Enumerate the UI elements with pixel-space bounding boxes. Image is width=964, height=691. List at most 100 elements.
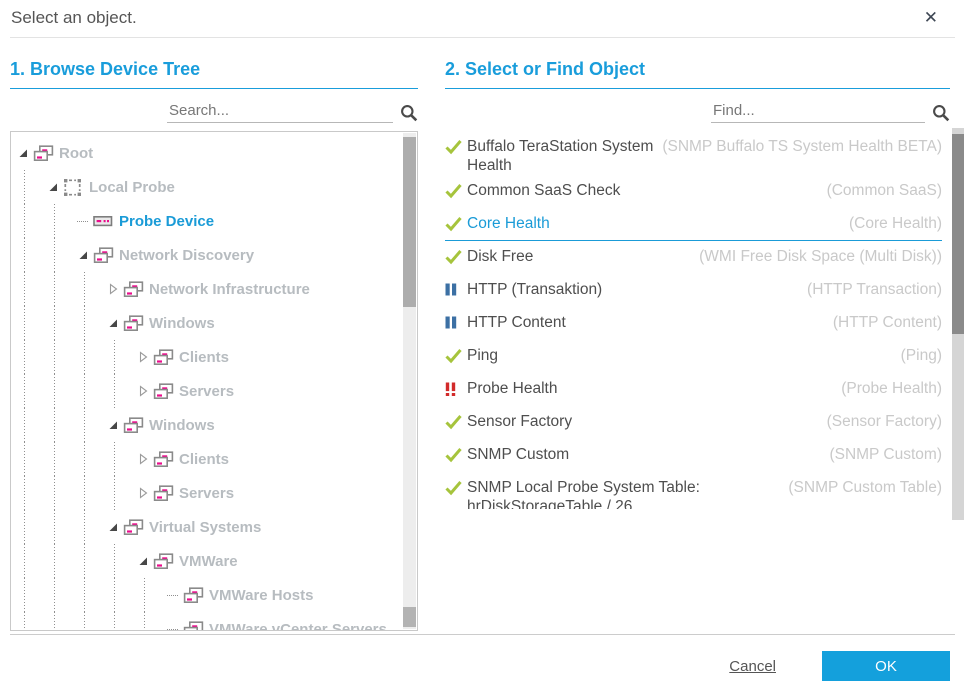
tree-item-label: VMWare	[179, 553, 238, 570]
object-list-scrollbar[interactable]	[952, 128, 964, 520]
select-object-header: 2. Select or Find Object	[445, 55, 950, 89]
tree-guide-line	[137, 578, 167, 612]
object-item-disk-free[interactable]: Disk Free(WMI Free Disk Space (Multi Dis…	[445, 241, 942, 274]
tree-guide-line	[77, 272, 107, 306]
find-row	[445, 97, 950, 123]
tree-scrollbar-corner	[403, 607, 416, 627]
tree-expanded-arrow-icon[interactable]	[17, 147, 33, 159]
tree-guide-line	[17, 170, 47, 204]
tree-item-clients[interactable]: Clients	[17, 340, 417, 374]
tree-item-network-infrastructure[interactable]: Network Infrastructure	[17, 272, 417, 306]
object-item-http-content[interactable]: HTTP Content(HTTP Content)	[445, 307, 942, 340]
object-list-scrollbar-thumb[interactable]	[952, 134, 964, 334]
object-item-type-hint: (WMI Free Disk Space (Multi Disk))	[699, 247, 942, 266]
search-row	[10, 97, 418, 123]
object-item-type-hint: (HTTP Transaction)	[807, 280, 942, 299]
object-item-name: Core Health	[467, 214, 849, 233]
tree-expanded-arrow-icon[interactable]	[77, 249, 93, 261]
cancel-button[interactable]: Cancel	[729, 658, 776, 675]
check-status-icon	[445, 214, 467, 232]
tree-guide-line	[47, 238, 77, 272]
object-item-type-hint: (Common SaaS)	[827, 181, 942, 200]
tree-item-local-probe[interactable]: Local Probe	[17, 170, 417, 204]
tree-item-label: Clients	[179, 451, 229, 468]
tree-item-windows[interactable]: Windows	[17, 408, 417, 442]
object-item-ping[interactable]: Ping(Ping)	[445, 340, 942, 373]
tree-guide-line	[77, 340, 107, 374]
check-status-icon	[445, 478, 467, 496]
tree-item-root[interactable]: Root	[17, 136, 417, 170]
object-item-core-health[interactable]: Core Health(Core Health)	[445, 208, 942, 241]
tree-connector	[77, 220, 93, 222]
tree-guide-line	[77, 374, 107, 408]
tree-guide-line	[17, 238, 47, 272]
tree-item-virtual-systems[interactable]: Virtual Systems	[17, 510, 417, 544]
tree-scrollbar-thumb[interactable]	[403, 137, 416, 307]
find-input[interactable]	[711, 100, 925, 123]
tree-item-label: Network Infrastructure	[149, 281, 310, 298]
check-status-icon	[445, 445, 467, 463]
tree-item-vmware-vcenter-servers[interactable]: VMWare vCenter Servers	[17, 612, 417, 631]
tree-item-label: VMWare Hosts	[209, 587, 313, 604]
title-divider	[10, 37, 955, 38]
tree-item-servers[interactable]: Servers	[17, 476, 417, 510]
object-item-snmp-local-probe-system-table-hrdiskstor[interactable]: SNMP Local Probe System Table: hrDiskSto…	[445, 472, 942, 509]
tree-collapsed-arrow-icon[interactable]	[137, 350, 153, 364]
footer-divider	[10, 634, 955, 635]
tree-item-label: Probe Device	[119, 213, 214, 230]
check-status-icon	[445, 346, 467, 364]
object-list: Buffalo TeraStation System Health(SNMP B…	[445, 131, 950, 509]
object-item-http-transaktion[interactable]: HTTP (Transaktion)(HTTP Transaction)	[445, 274, 942, 307]
object-item-common-saas-check[interactable]: Common SaaS Check(Common SaaS)	[445, 175, 942, 208]
group-icon	[153, 349, 177, 366]
tree-guide-line	[17, 544, 47, 578]
tree-item-label: Servers	[179, 485, 234, 502]
device-tree-box: Root Local Probe Probe Device Network Disco…	[10, 131, 418, 631]
tree-collapsed-arrow-icon[interactable]	[137, 486, 153, 500]
object-item-snmp-custom[interactable]: SNMP Custom(SNMP Custom)	[445, 439, 942, 472]
group-icon	[123, 519, 147, 536]
group-icon	[33, 145, 57, 162]
group-icon	[153, 383, 177, 400]
object-item-probe-health[interactable]: Probe Health(Probe Health)	[445, 373, 942, 406]
tree-expanded-arrow-icon[interactable]	[137, 555, 153, 567]
tree-guide-line	[137, 612, 167, 631]
group-icon	[183, 587, 207, 604]
group-icon	[183, 621, 207, 632]
tree-guide-line	[47, 408, 77, 442]
object-item-type-hint: (SNMP Buffalo TS System Health BETA)	[662, 137, 942, 156]
tree-collapsed-arrow-icon[interactable]	[137, 452, 153, 466]
tree-collapsed-arrow-icon[interactable]	[137, 384, 153, 398]
tree-item-label: Root	[59, 145, 93, 162]
tree-guide-line	[107, 578, 137, 612]
object-item-type-hint: (SNMP Custom Table)	[788, 478, 942, 497]
object-item-buffalo-terastation-system-health[interactable]: Buffalo TeraStation System Health(SNMP B…	[445, 131, 942, 175]
tree-guide-line	[47, 544, 77, 578]
object-item-type-hint: (SNMP Custom)	[829, 445, 942, 464]
tree-item-network-discovery[interactable]: Network Discovery	[17, 238, 417, 272]
tree-scrollbar[interactable]	[403, 133, 416, 629]
close-icon[interactable]: ✕	[924, 8, 938, 28]
tree-expanded-arrow-icon[interactable]	[107, 419, 123, 431]
tree-guide-line	[47, 340, 77, 374]
tree-expanded-arrow-icon[interactable]	[107, 521, 123, 533]
object-item-sensor-factory[interactable]: Sensor Factory(Sensor Factory)	[445, 406, 942, 439]
tree-item-label: Windows	[149, 315, 215, 332]
tree-item-vmware[interactable]: VMWare	[17, 544, 417, 578]
tree-expanded-arrow-icon[interactable]	[107, 317, 123, 329]
tree-item-servers[interactable]: Servers	[17, 374, 417, 408]
object-item-type-hint: (HTTP Content)	[833, 313, 942, 332]
tree-item-probe-device[interactable]: Probe Device	[17, 204, 417, 238]
tree-guide-line	[77, 612, 107, 631]
tree-item-vmware-hosts[interactable]: VMWare Hosts	[17, 578, 417, 612]
tree-expanded-arrow-icon[interactable]	[47, 181, 63, 193]
ok-button[interactable]: OK	[822, 651, 950, 681]
search-input[interactable]	[167, 100, 393, 123]
tree-item-windows[interactable]: Windows	[17, 306, 417, 340]
tree-guide-line	[47, 272, 77, 306]
tree-guide-line	[17, 306, 47, 340]
tree-guide-line	[17, 578, 47, 612]
tree-item-label: VMWare vCenter Servers	[209, 621, 387, 632]
tree-item-clients[interactable]: Clients	[17, 442, 417, 476]
tree-collapsed-arrow-icon[interactable]	[107, 282, 123, 296]
